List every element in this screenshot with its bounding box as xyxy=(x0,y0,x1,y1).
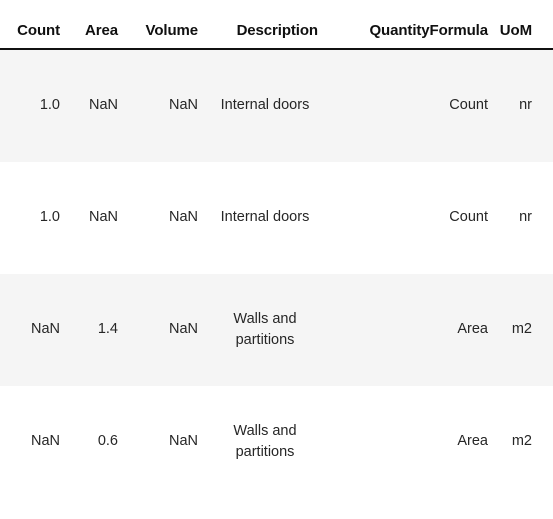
cell-description: Walls and partitions xyxy=(233,310,297,348)
table-row[interactable]: 1.0 NaN NaN Internal doors Count nr xyxy=(0,162,553,274)
cell-count: NaN xyxy=(30,321,60,338)
cell-uom: nr xyxy=(519,97,532,114)
cell-count: 1.0 xyxy=(39,97,60,114)
column-header-description[interactable]: Description xyxy=(198,0,319,49)
cell-volume: NaN xyxy=(168,321,198,338)
column-header-count[interactable]: Count xyxy=(0,0,60,49)
cell-area: 0.6 xyxy=(97,433,118,450)
table-header: Count Area Volume Description QuantityFo… xyxy=(0,0,553,49)
column-header-area[interactable]: Area xyxy=(60,0,118,49)
dataframe-table: Count Area Volume Description QuantityFo… xyxy=(0,0,553,498)
column-header-quantityformula[interactable]: QuantityFormula xyxy=(318,0,488,49)
cell-volume: NaN xyxy=(168,209,198,226)
cell-uom: m2 xyxy=(511,433,532,450)
column-header-volume[interactable]: Volume xyxy=(118,0,199,49)
cell-quantityformula: Count xyxy=(449,97,488,114)
table-row[interactable]: NaN 1.4 NaN Walls and partitions Area m2 xyxy=(0,274,553,386)
cell-count: 1.0 xyxy=(39,209,60,226)
cell-area: 1.4 xyxy=(97,321,118,338)
cell-quantityformula: Area xyxy=(457,433,488,450)
cell-count: NaN xyxy=(30,433,60,450)
cell-description: Walls and partitions xyxy=(233,422,297,460)
table-body: 1.0 NaN NaN Internal doors Count nr 1.0 … xyxy=(0,49,553,498)
cell-volume: NaN xyxy=(168,433,198,450)
cell-description: Internal doors xyxy=(220,209,310,226)
cell-volume: NaN xyxy=(168,97,198,114)
table-header-row: Count Area Volume Description QuantityFo… xyxy=(0,0,553,49)
table-row[interactable]: 1.0 NaN NaN Internal doors Count nr xyxy=(0,49,553,162)
cell-description: Internal doors xyxy=(220,97,310,114)
cell-area: NaN xyxy=(88,97,118,114)
column-header-uom[interactable]: UoM xyxy=(488,0,553,49)
cell-uom: nr xyxy=(519,209,532,226)
cell-area: NaN xyxy=(88,209,118,226)
cell-quantityformula: Area xyxy=(457,321,488,338)
cell-quantityformula: Count xyxy=(449,209,488,226)
table-row[interactable]: NaN 0.6 NaN Walls and partitions Area m2 xyxy=(0,386,553,498)
cell-uom: m2 xyxy=(511,321,532,338)
